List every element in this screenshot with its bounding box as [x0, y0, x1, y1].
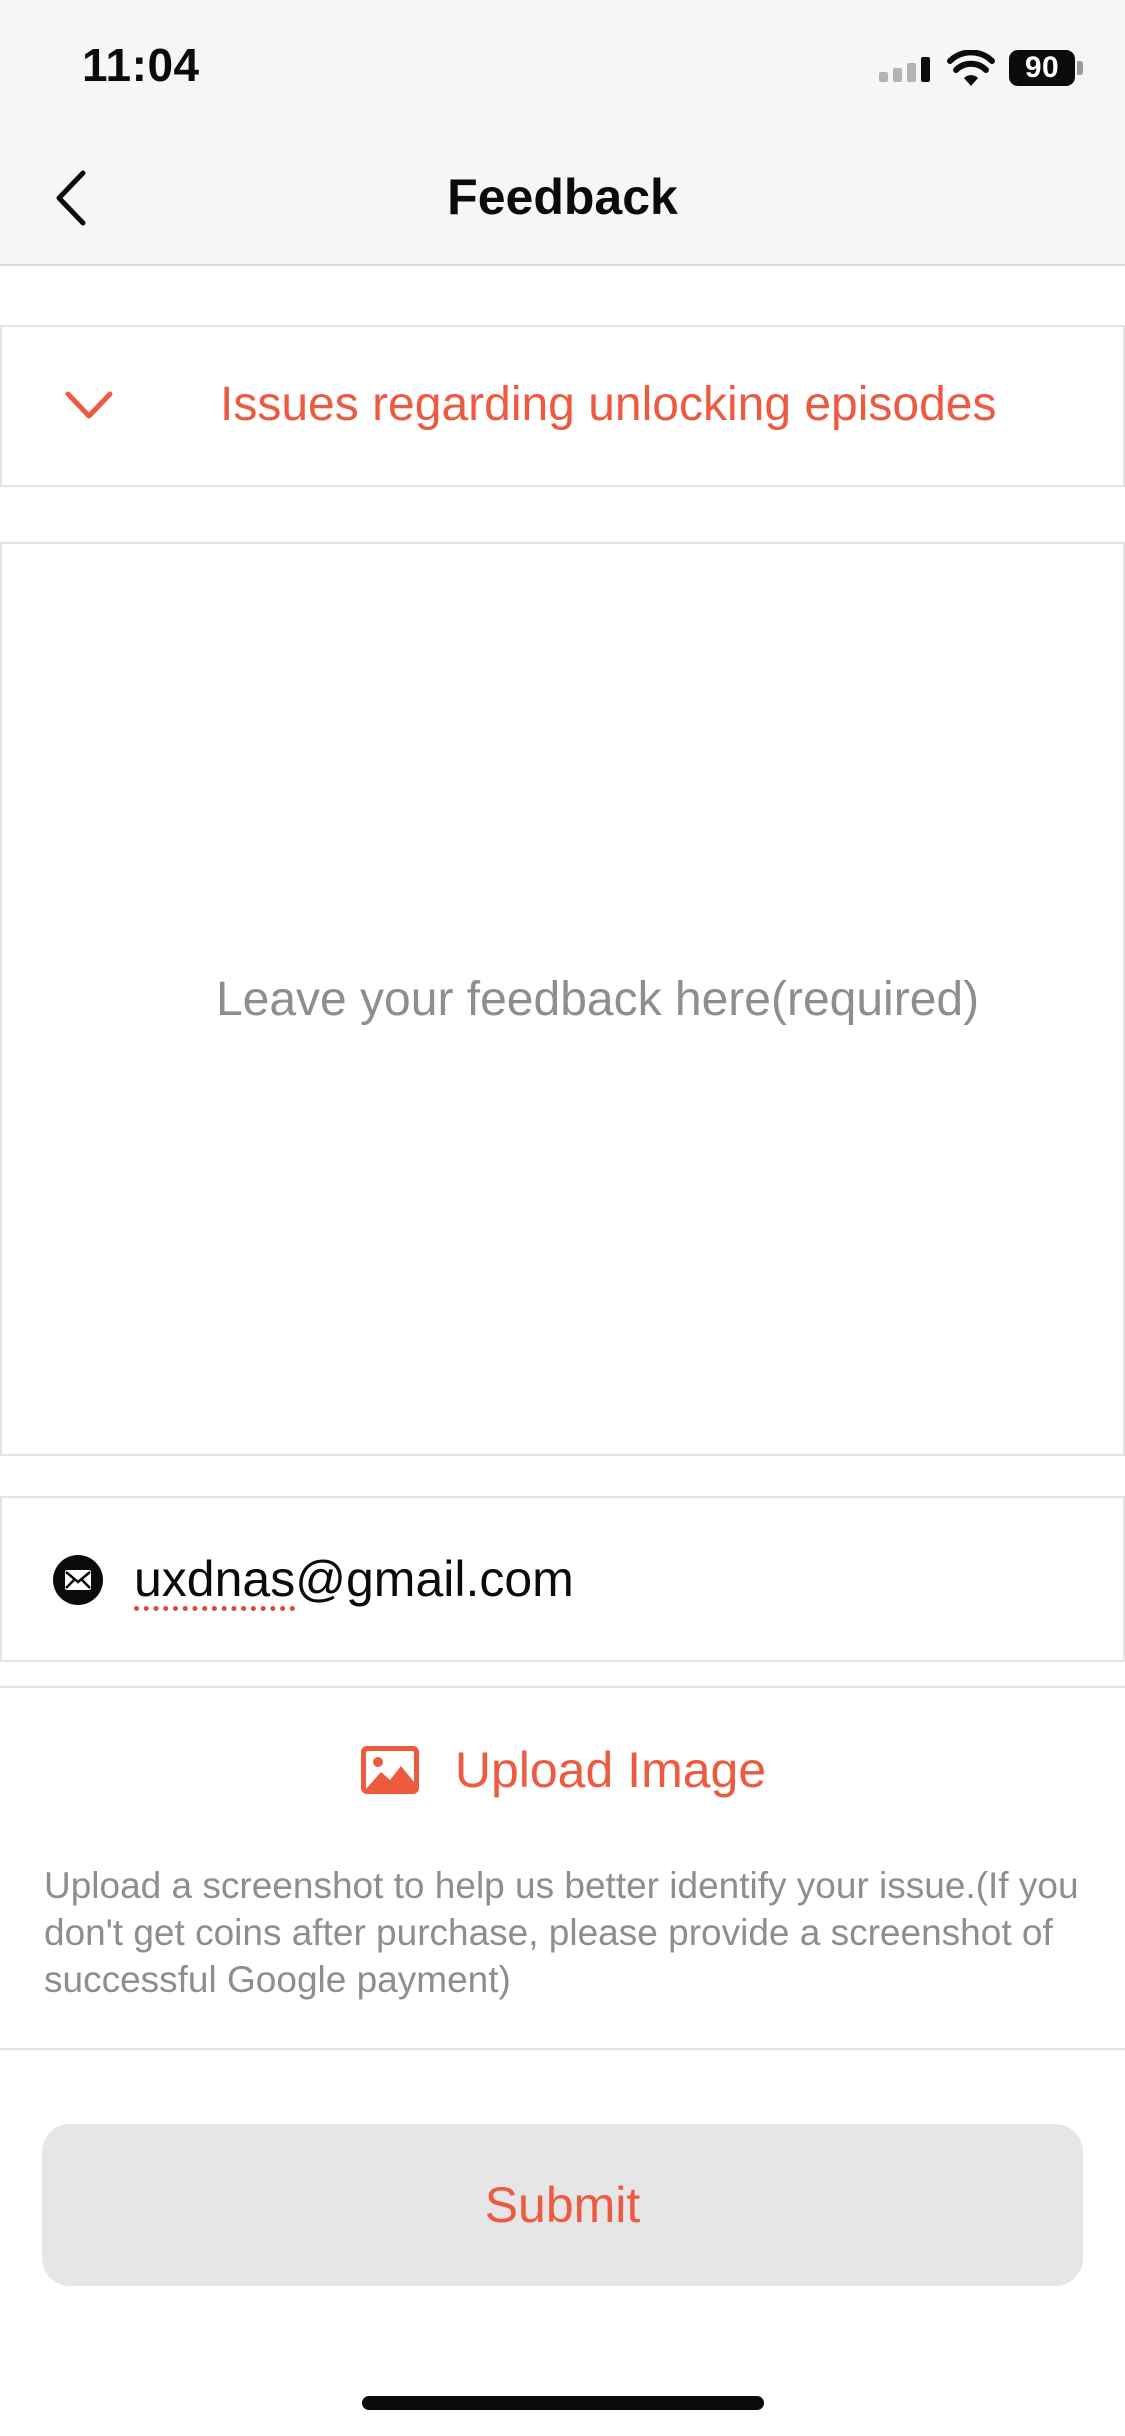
battery-icon: 90 — [1009, 50, 1083, 86]
divider — [0, 1686, 1125, 1688]
upload-image-label: Upload Image — [454, 1742, 767, 1798]
submit-button[interactable]: Submit — [42, 2124, 1083, 2286]
page-title: Feedback — [447, 169, 678, 225]
cellular-signal-icon — [879, 57, 930, 82]
email-value: uxdnas@gmail.com — [134, 1550, 574, 1608]
envelope-icon — [53, 1555, 103, 1605]
image-icon — [360, 1746, 419, 1794]
header: 11:04 90 Feedback — [0, 0, 1125, 266]
feedback-screen: 11:04 90 Feedback Issues regarding unloc… — [0, 0, 1125, 2436]
category-dropdown[interactable]: Issues regarding unlocking episodes — [0, 325, 1125, 487]
chevron-down-icon — [65, 391, 113, 419]
email-user: uxdnas — [134, 1551, 296, 1607]
battery-nub — [1077, 61, 1083, 75]
upload-image-button[interactable]: Upload Image — [0, 1730, 1125, 1810]
battery-level: 90 — [1009, 50, 1075, 86]
wifi-icon — [947, 50, 995, 86]
category-selected-value: Issues regarding unlocking episodes — [220, 378, 997, 431]
home-indicator[interactable] — [362, 2396, 764, 2410]
email-field[interactable]: uxdnas@gmail.com — [0, 1496, 1125, 1662]
status-indicators: 90 — [879, 48, 1083, 88]
email-domain: @gmail.com — [295, 1551, 574, 1607]
divider — [0, 2048, 1125, 2050]
feedback-textarea[interactable]: Leave your feedback here(required) — [0, 542, 1125, 1456]
feedback-placeholder: Leave your feedback here(required) — [215, 972, 980, 1026]
status-time: 11:04 — [82, 39, 200, 91]
upload-hint: Upload a screenshot to help us better id… — [44, 1865, 1079, 2000]
